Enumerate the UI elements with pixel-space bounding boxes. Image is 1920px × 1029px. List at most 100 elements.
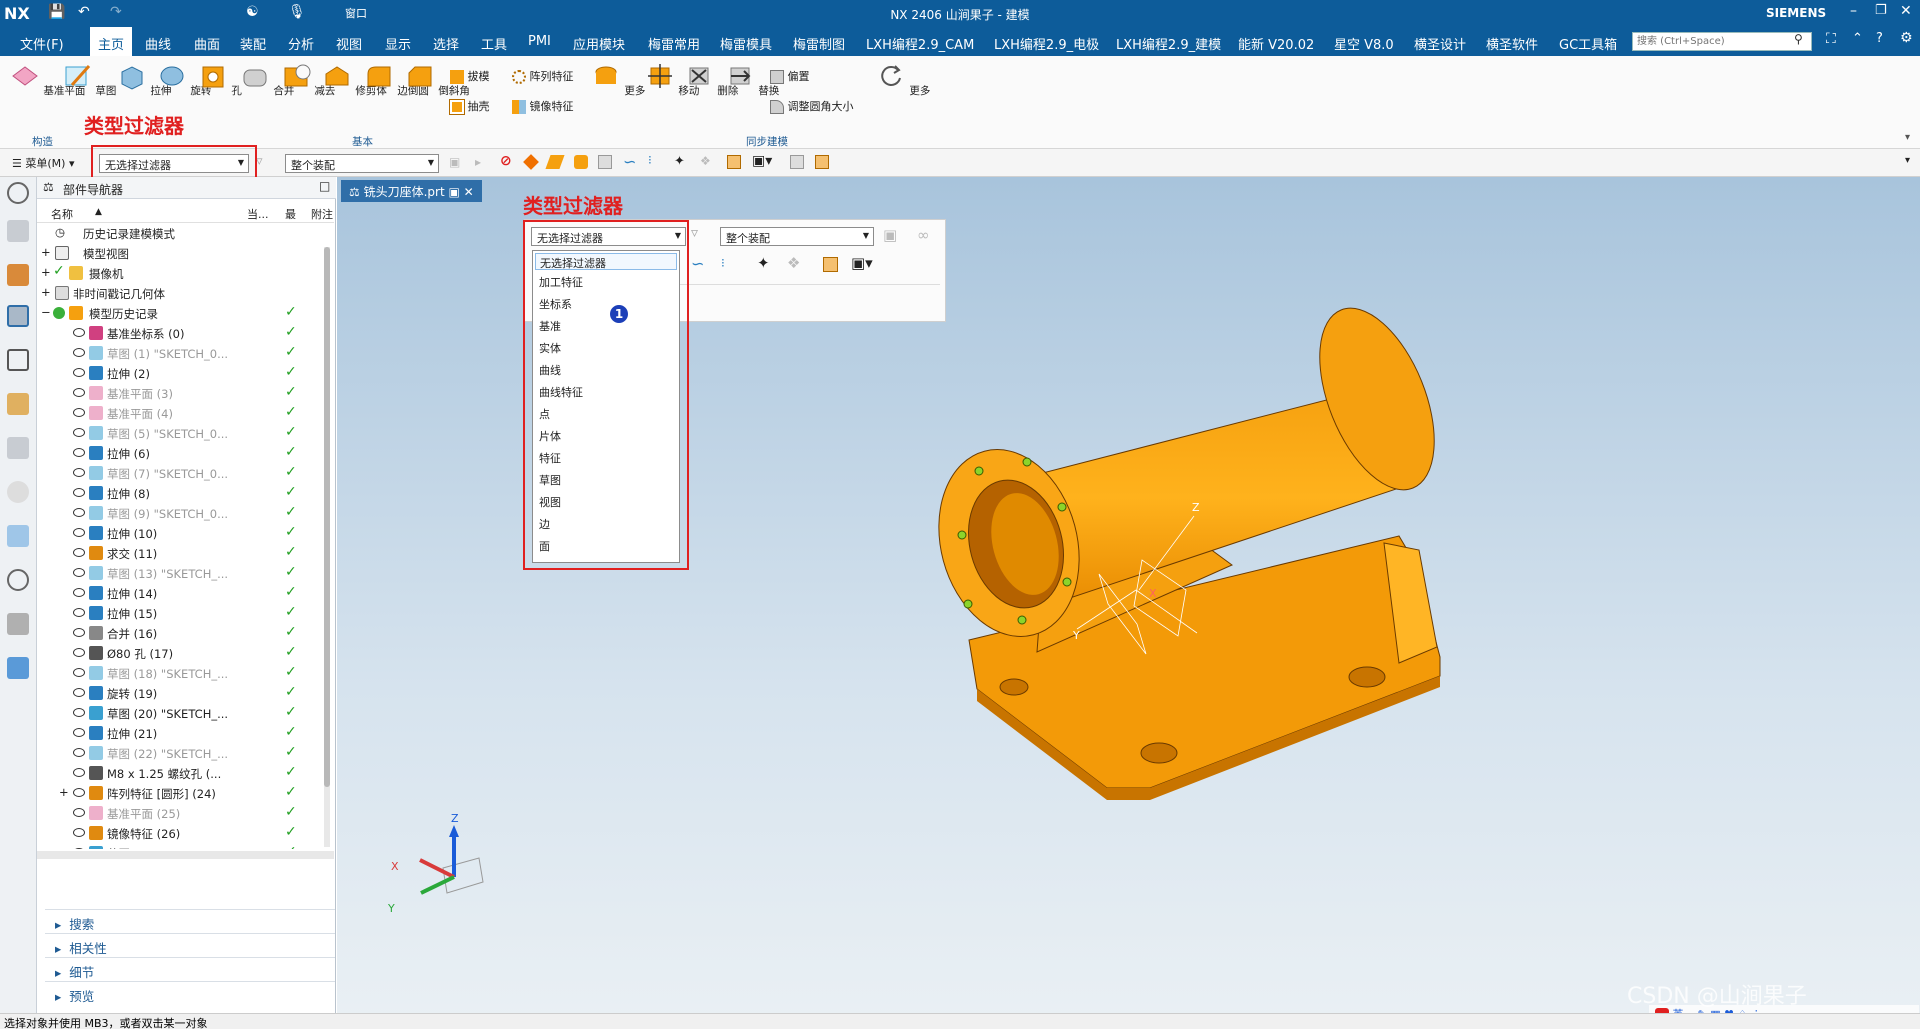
sort-up-icon[interactable]: ▲ xyxy=(95,207,102,217)
tab-meilei-common[interactable]: 梅雷常用 xyxy=(648,34,700,53)
body-filter-icon[interactable] xyxy=(574,155,588,169)
point-filter-icon[interactable]: ⁝ xyxy=(648,153,652,167)
curve-filter-icon[interactable]: ∽ xyxy=(623,152,636,171)
command-search-input[interactable] xyxy=(1632,32,1812,51)
tab-hengsheng-software[interactable]: 横圣软件 xyxy=(1486,34,1538,53)
popup-select-all-icon[interactable]: ▣ xyxy=(883,226,897,244)
visibility-eye-icon[interactable] xyxy=(73,548,85,557)
deselect-icon[interactable]: ▸ xyxy=(475,155,481,169)
pattern-feature-button[interactable]: 阵列特征 xyxy=(512,68,574,84)
tree-scrollbar-thumb[interactable] xyxy=(324,247,330,787)
tab-close-icon[interactable]: ✕ xyxy=(464,185,474,199)
tree-row-feature[interactable]: 草图 (13) "SKETCH_... ✓ xyxy=(37,563,334,583)
visibility-eye-icon[interactable] xyxy=(73,588,85,597)
sketch-button[interactable]: 草图 xyxy=(62,62,116,98)
popup-intersection-icon[interactable]: ❖ xyxy=(787,254,800,272)
tree-row-feature[interactable]: 草图 (9) "SKETCH_0... ✓ xyxy=(37,503,334,523)
tree-row-feature[interactable]: 草图 (7) "SKETCH_0... ✓ xyxy=(37,463,334,483)
tab-curve[interactable]: 曲线 xyxy=(145,34,171,53)
datum-plane-button[interactable]: 基准平面 xyxy=(10,62,85,98)
visibility-eye-icon[interactable] xyxy=(73,808,85,817)
popup-point-icon[interactable]: ⁝ xyxy=(721,256,725,270)
part-navigator-icon[interactable] xyxy=(7,305,29,327)
file-menu[interactable]: 文件(F) xyxy=(20,34,64,53)
solid-filter-icon[interactable] xyxy=(523,154,539,170)
visibility-eye-icon[interactable] xyxy=(73,348,85,357)
more-sync-button[interactable]: 更多 xyxy=(876,62,930,98)
visibility-eye-icon[interactable] xyxy=(73,508,85,517)
search-icon[interactable]: ⚲ xyxy=(1794,32,1803,46)
visibility-eye-icon[interactable] xyxy=(73,668,85,677)
system-materials-icon[interactable] xyxy=(7,525,29,547)
tab-analysis[interactable]: 分析 xyxy=(288,34,314,53)
hd3d-tools-icon[interactable] xyxy=(7,393,29,415)
popup-box-select-icon[interactable]: ▣▾ xyxy=(851,254,873,272)
visibility-eye-icon[interactable] xyxy=(73,368,85,377)
section-dependencies[interactable]: ▸ 相关性 xyxy=(45,933,335,957)
popup-scope-dropdown[interactable]: 整个装配 ▼ xyxy=(720,227,874,246)
tree-row-feature[interactable]: 旋转 (19) ✓ xyxy=(37,683,334,703)
tree-row-feature[interactable]: 草图 (5) "SKETCH_0... ✓ xyxy=(37,423,334,443)
col-name[interactable]: 名称 xyxy=(51,206,73,222)
tree-row-feature[interactable]: 基准平面 (3) ✓ xyxy=(37,383,334,403)
tree-row-feature[interactable]: 拉伸 (8) ✓ xyxy=(37,483,334,503)
tree-row-feature[interactable]: 镜像特征 (26) ✓ xyxy=(37,823,334,843)
reuse-library-icon[interactable] xyxy=(7,349,29,371)
unite-button[interactable]: 合并 xyxy=(240,62,294,98)
visibility-eye-icon[interactable] xyxy=(73,728,85,737)
close-icon[interactable]: ✕ xyxy=(1900,3,1912,19)
trim-body-button[interactable]: 修剪体 xyxy=(322,62,387,98)
web-browser-icon[interactable] xyxy=(7,437,29,459)
face-filter-icon[interactable] xyxy=(545,155,565,169)
tab-tools[interactable]: 工具 xyxy=(481,34,507,53)
role-icon[interactable] xyxy=(7,613,29,635)
offset-face-button[interactable]: 偏置 xyxy=(770,68,810,84)
subtract-button[interactable]: 减去 xyxy=(281,62,335,98)
ribbon-expand-icon[interactable]: ▾ xyxy=(1905,132,1910,143)
fullscreen-icon[interactable]: ⛶ xyxy=(1826,31,1836,47)
visibility-eye-icon[interactable] xyxy=(73,328,85,337)
revolve-button[interactable]: 旋转 xyxy=(157,62,211,98)
tree-row-feature[interactable]: 拉伸 (10) ✓ xyxy=(37,523,334,543)
history-icon[interactable] xyxy=(7,481,29,503)
move-face-button[interactable]: 移动 xyxy=(645,62,699,98)
tab-hengsheng-design[interactable]: 横圣设计 xyxy=(1414,34,1466,53)
tab-menu-icon[interactable]: ▣ xyxy=(449,185,460,199)
hole-button[interactable]: 孔 xyxy=(198,62,242,98)
tree-hscrollbar[interactable] xyxy=(37,851,334,859)
process-studio-icon[interactable] xyxy=(7,657,29,679)
col-latest[interactable]: 最 xyxy=(285,206,296,222)
tree-row-feature[interactable]: 草图 (18) "SKETCH_... ✓ xyxy=(37,663,334,683)
visibility-eye-icon[interactable] xyxy=(73,788,85,797)
visibility-eye-icon[interactable] xyxy=(73,748,85,757)
main-menu-button[interactable]: ☰ 菜单(M) ▾ xyxy=(12,155,74,171)
tab-assembly[interactable]: 装配 xyxy=(240,34,266,53)
col-current[interactable]: 当... xyxy=(247,206,269,222)
shell-button[interactable]: 抽壳 xyxy=(449,98,490,115)
scope-dropdown[interactable]: 整个装配 ▼ xyxy=(285,154,439,173)
assembly-navigator-icon[interactable] xyxy=(7,220,29,242)
tree-row-feature[interactable]: 草图 (22) "SKETCH_... ✓ xyxy=(37,743,334,763)
popup-component-icon[interactable] xyxy=(823,257,838,272)
visibility-eye-icon[interactable] xyxy=(73,708,85,717)
tree-row-feature[interactable]: 基准平面 (25) ✓ xyxy=(37,803,334,823)
visibility-eye-icon[interactable] xyxy=(73,608,85,617)
visibility-eye-icon[interactable] xyxy=(73,688,85,697)
tree-row-feature[interactable]: Ø80 孔 (17) ✓ xyxy=(37,643,334,663)
component-filter-icon[interactable] xyxy=(727,155,741,169)
tab-meilei-drawing[interactable]: 梅雷制图 xyxy=(793,34,845,53)
tab-lxh-modeling[interactable]: LXH编程2.9_建模 xyxy=(1116,34,1221,53)
select-all-icon[interactable]: ▣ xyxy=(449,155,460,169)
tab-view[interactable]: 视图 xyxy=(336,34,362,53)
visibility-eye-icon[interactable] xyxy=(73,388,85,397)
restore-icon[interactable]: ❐ xyxy=(1875,3,1887,18)
tree-row-feature[interactable]: 草图 (28) "SKETCH_... ✓ xyxy=(37,843,334,849)
section-details[interactable]: ▸ 细节 xyxy=(45,957,335,981)
visibility-eye-icon[interactable] xyxy=(73,768,85,777)
resize-blend-button[interactable]: 调整圆角大小 xyxy=(770,98,854,114)
tree-row-feature[interactable]: + 阵列特征 [圆形] (24) ✓ xyxy=(37,783,334,803)
replace-face-button[interactable]: 替换 xyxy=(725,62,779,98)
tree-scrollbar[interactable] xyxy=(324,247,330,847)
popup-funnel-icon[interactable]: ▿ xyxy=(691,225,698,241)
tree-row-model-history[interactable]: − 模型历史记录 ✓ xyxy=(37,303,334,323)
